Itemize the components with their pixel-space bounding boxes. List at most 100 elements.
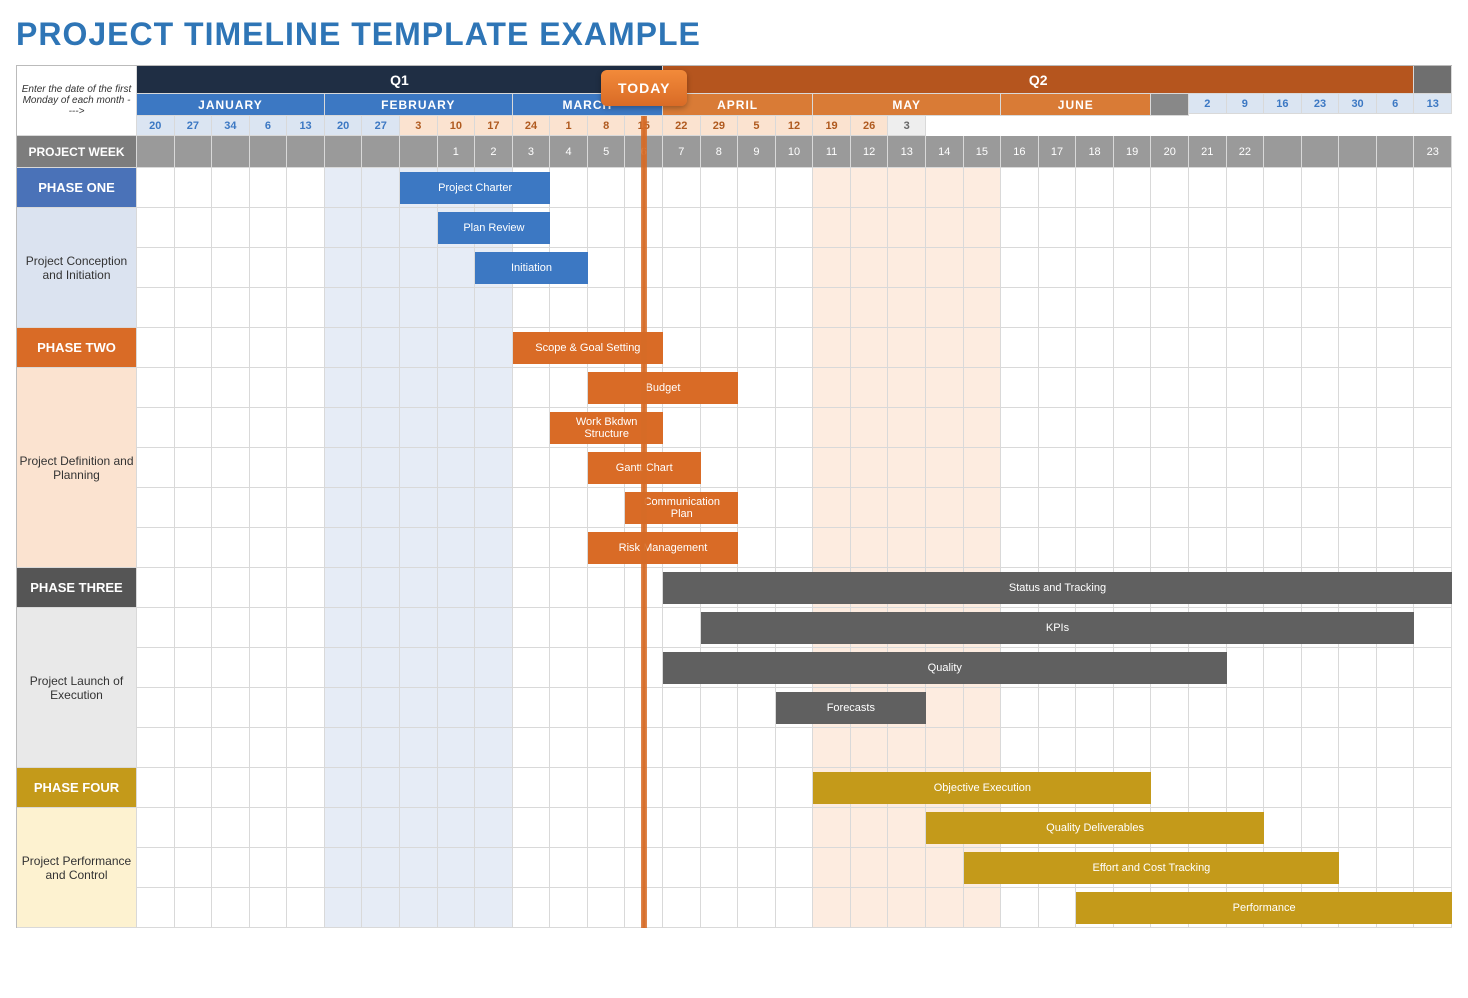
grid-cell — [438, 248, 476, 288]
grid-cell — [964, 528, 1002, 568]
grid-cell — [212, 168, 250, 208]
grid-cell — [1339, 248, 1377, 288]
grid-cell — [964, 288, 1002, 328]
gantt-bar[interactable]: Quality Deliverables — [926, 812, 1264, 844]
gantt-bar[interactable]: Effort and Cost Tracking — [964, 852, 1340, 884]
grid-cell — [250, 888, 288, 928]
gantt-bar[interactable]: Status and Tracking — [663, 572, 1452, 604]
grid-cell — [137, 208, 175, 248]
grid-cell — [776, 408, 814, 448]
grid-cell — [625, 728, 663, 768]
grid-cell — [287, 408, 325, 448]
grid-cell — [776, 248, 814, 288]
grid-cell — [325, 328, 363, 368]
grid-cell — [926, 328, 964, 368]
grid-cell — [212, 528, 250, 568]
gantt-bar[interactable]: Performance — [1076, 892, 1452, 924]
grid-cell — [475, 768, 513, 808]
gantt-bar[interactable]: Budget — [588, 372, 738, 404]
grid-cell — [362, 768, 400, 808]
grid-cell — [400, 768, 438, 808]
day-cell: 34 — [212, 116, 250, 136]
grid-cell — [362, 448, 400, 488]
grid-cell — [1414, 248, 1452, 288]
grid-cell — [663, 608, 701, 648]
gantt-bar[interactable]: Quality — [663, 652, 1227, 684]
gantt-bar[interactable]: KPIs — [701, 612, 1415, 644]
gantt-bar[interactable]: Objective Execution — [813, 772, 1151, 804]
grid-cell — [250, 568, 288, 608]
grid-cell — [888, 328, 926, 368]
gantt-bar[interactable]: Communication Plan — [625, 492, 738, 524]
grid-cell — [212, 888, 250, 928]
quarter-header — [1414, 66, 1452, 94]
grid-cell — [1377, 248, 1415, 288]
grid-cell — [1377, 768, 1415, 808]
gantt-bar[interactable]: Plan Review — [438, 212, 551, 244]
grid-cell — [400, 888, 438, 928]
grid-cell — [1264, 288, 1302, 328]
grid-cell — [888, 408, 926, 448]
week-cell: 8 — [701, 136, 739, 168]
grid-cell — [175, 248, 213, 288]
grid-cell — [250, 208, 288, 248]
grid-cell — [1377, 688, 1415, 728]
grid-cell — [738, 528, 776, 568]
grid-cell — [1039, 368, 1077, 408]
grid-cell — [1414, 408, 1452, 448]
grid-cell — [1264, 488, 1302, 528]
grid-cell — [1189, 768, 1227, 808]
grid-cell — [926, 528, 964, 568]
grid-cell — [1339, 848, 1377, 888]
grid-cell — [250, 448, 288, 488]
gantt-bar[interactable]: Initiation — [475, 252, 588, 284]
grid-cell — [513, 688, 551, 728]
grid-cell — [1264, 208, 1302, 248]
grid-cell — [1414, 648, 1452, 688]
gantt-bar[interactable]: Forecasts — [776, 692, 926, 724]
grid-cell — [1114, 248, 1152, 288]
grid-cell — [362, 528, 400, 568]
grid-cell — [926, 368, 964, 408]
grid-cell — [1302, 448, 1340, 488]
grid-cell — [1302, 328, 1340, 368]
grid-cell — [400, 608, 438, 648]
grid-cell — [1227, 208, 1265, 248]
grid-cell — [212, 608, 250, 648]
week-cell — [250, 136, 288, 168]
grid-cell — [1377, 808, 1415, 848]
grid-cell — [701, 208, 739, 248]
gantt-bar[interactable]: Project Charter — [400, 172, 550, 204]
grid-cell — [964, 728, 1002, 768]
grid-cell — [475, 688, 513, 728]
grid-cell — [1377, 528, 1415, 568]
grid-cell — [851, 528, 889, 568]
grid-cell — [738, 808, 776, 848]
grid-cell — [250, 808, 288, 848]
grid-cell — [776, 488, 814, 528]
grid-cell — [1302, 208, 1340, 248]
grid-cell — [362, 288, 400, 328]
grid-cell — [250, 648, 288, 688]
grid-cell — [1414, 208, 1452, 248]
grid-cell — [663, 808, 701, 848]
grid-cell — [1189, 208, 1227, 248]
grid-cell — [813, 408, 851, 448]
gantt-bar[interactable]: Risk Management — [588, 532, 738, 564]
grid-cell — [738, 848, 776, 888]
grid-cell — [1339, 288, 1377, 328]
page-title: PROJECT TIMELINE TEMPLATE EXAMPLE — [16, 16, 1452, 53]
grid-cell — [663, 768, 701, 808]
grid-cell — [1151, 728, 1189, 768]
grid-cell — [362, 808, 400, 848]
grid-cell — [1039, 288, 1077, 328]
grid-cell — [776, 808, 814, 848]
gantt-bar[interactable]: Gantt Chart — [588, 452, 701, 484]
grid-cell — [1264, 448, 1302, 488]
grid-cell — [1076, 288, 1114, 328]
gantt-bar[interactable]: Work Bkdwn Structure — [550, 412, 663, 444]
grid-cell — [400, 248, 438, 288]
gantt-bar[interactable]: Scope & Goal Setting — [513, 332, 663, 364]
grid-cell — [1264, 408, 1302, 448]
grid-cell — [738, 888, 776, 928]
